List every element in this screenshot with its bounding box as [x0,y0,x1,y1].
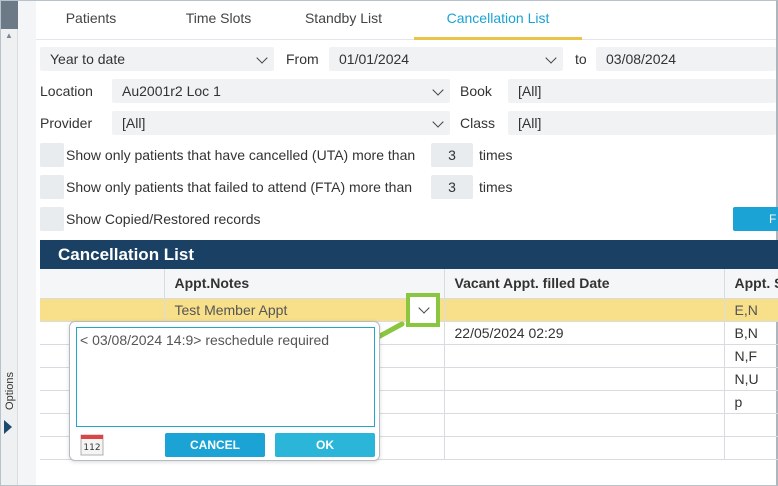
grid-title: Cancellation List [40,240,778,269]
ok-button[interactable]: OK [275,433,375,457]
period-value: Year to date [50,51,125,67]
table-cell [724,413,778,437]
tab-cancellation-list[interactable]: Cancellation List [414,0,582,40]
numbering-icon[interactable]: 112 [80,434,104,456]
expand-options-icon[interactable] [4,420,12,434]
notes-popup: < 03/08/2024 14:9> reschedule required 1… [69,321,380,461]
tab-standby-list[interactable]: Standby List [291,0,396,40]
column-header-appt-status[interactable]: Appt. S [724,269,778,299]
notes-textarea[interactable]: < 03/08/2024 14:9> reschedule required [76,327,375,427]
class-label: Class [460,115,496,131]
scroll-up-icon[interactable]: ▲ [5,31,13,40]
chevron-down-icon [418,302,430,314]
chevron-down-icon [432,84,444,96]
filter-button[interactable]: F [733,207,778,231]
options-strip: ▲ Options [1,1,18,485]
tab-patients[interactable]: Patients [36,0,146,40]
column-header[interactable] [40,269,165,299]
book-label: Book [460,83,492,99]
copied-restored-label: Show Copied/Restored records [66,211,261,227]
to-label: to [575,51,587,67]
to-date-value: 03/08/2024 [606,51,677,67]
book-value: [All] [518,83,542,99]
table-cell: N,U [724,367,778,391]
provider-value: [All] [122,115,146,131]
table-cell [444,413,725,437]
fta-count-input[interactable]: 3 [431,175,473,199]
table-cell [724,436,778,460]
table-cell: E,N [724,298,778,322]
table-cell [444,436,725,460]
location-select[interactable]: Au2001r2 Loc 1 [112,79,450,103]
gutter [18,1,36,485]
cancel-button[interactable]: CANCEL [165,433,265,457]
fta-label: Show only patients that failed to attend… [66,179,413,195]
from-date-select[interactable]: 01/01/2024 [329,47,563,71]
copied-restored-checkbox[interactable] [40,207,64,231]
table-cell [444,298,725,322]
table-cell [444,367,725,391]
scrollbar-thumb[interactable] [1,1,18,29]
provider-label: Provider [40,115,93,131]
class-value: [All] [518,115,542,131]
uta-count-input[interactable]: 3 [431,143,473,167]
options-label: Options [3,372,16,410]
provider-select[interactable]: [All] [112,111,450,135]
column-header-appt-notes[interactable]: Appt.Notes [164,269,445,299]
uta-label: Show only patients that have cancelled (… [66,147,416,163]
table-cell: B,N [724,321,778,345]
chevron-down-icon [256,52,268,64]
class-select[interactable]: [All] [508,111,776,135]
uta-checkbox[interactable] [40,143,64,167]
location-label: Location [40,83,93,99]
book-select[interactable]: [All] [508,79,776,103]
table-cell [444,390,725,414]
location-value: Au2001r2 Loc 1 [122,83,221,99]
chevron-down-icon [545,52,557,64]
tab-bar: Patients Time Slots Standby List Cancell… [36,0,776,40]
period-select[interactable]: Year to date [40,47,274,71]
from-date-value: 01/01/2024 [339,51,410,67]
uta-unit: times [479,147,513,163]
numbering-icon-digits: 112 [83,443,100,453]
to-date-select[interactable]: 03/08/2024 [596,47,776,71]
tab-time-slots[interactable]: Time Slots [166,0,271,40]
table-cell: N,F [724,344,778,368]
table-cell [40,298,165,322]
table-cell: p [724,390,778,414]
from-label: From [286,51,319,67]
table-cell [444,344,725,368]
chevron-down-icon [432,116,444,128]
table-cell: 22/05/2024 02:29 [444,321,725,345]
options-toggle[interactable]: Options [1,366,18,416]
fta-checkbox[interactable] [40,175,64,199]
fta-unit: times [479,179,513,195]
column-header-vacant-filled-date[interactable]: Vacant Appt. filled Date [444,269,725,299]
